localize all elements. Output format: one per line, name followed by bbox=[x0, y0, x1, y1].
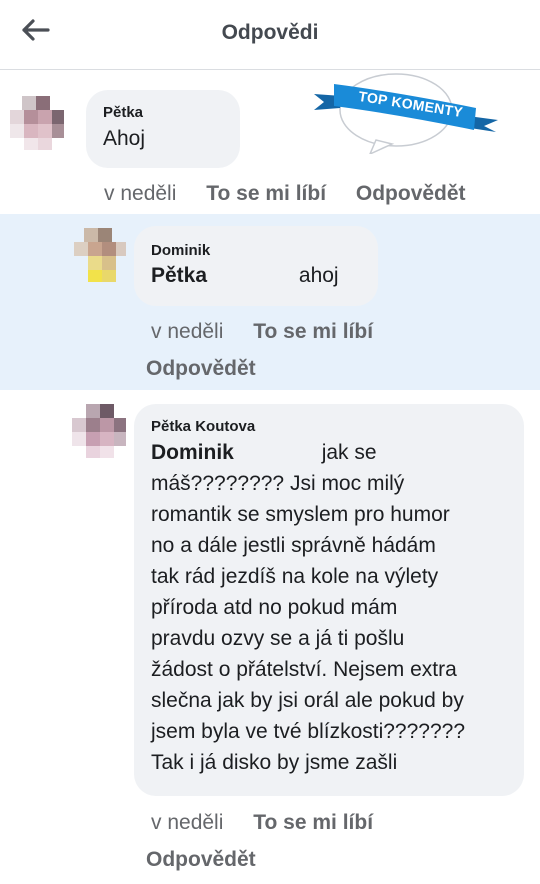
avatar[interactable] bbox=[72, 226, 128, 282]
top-bar: Odpovědi bbox=[0, 0, 540, 70]
reply-actions: v neděli To se mi líbí bbox=[151, 811, 373, 835]
avatar[interactable] bbox=[8, 92, 66, 150]
reply-actions-second-row: Odpovědět bbox=[146, 848, 256, 872]
reply-bubble[interactable]: Pětka Koutova Dominik jak se máš????????… bbox=[134, 404, 524, 796]
comment-timestamp[interactable]: v neděli bbox=[104, 182, 176, 205]
reply-text-line: Pětka ahoj bbox=[151, 260, 378, 292]
reply-text-line-5: tak rád jezdíš na kole na výlety bbox=[151, 565, 439, 588]
reply-author[interactable]: Dominik bbox=[151, 242, 378, 259]
reply-text-block: Dominik jak se máš???????? Jsi moc milý … bbox=[151, 437, 524, 778]
reply-text-line-4: no a dále jestli správně hádám bbox=[151, 534, 436, 557]
reply-button[interactable]: Odpovědět bbox=[146, 848, 256, 871]
reply-text-line-7: pravdu ozvy se a já ti pošlu bbox=[151, 627, 405, 650]
reply-button[interactable]: Odpovědět bbox=[356, 182, 466, 205]
reply-text-line: Dominik jak se bbox=[151, 437, 524, 468]
reply-timestamp[interactable]: v neděli bbox=[151, 811, 223, 834]
page-title: Odpovědi bbox=[221, 21, 319, 44]
reply-text-line-3: romantik se smyslem pro humor bbox=[151, 503, 450, 526]
reply-text: ahoj bbox=[298, 264, 339, 287]
like-button[interactable]: To se mi líbí bbox=[253, 811, 373, 834]
reply-text-line-9: slečna jak by jsi orál ale pokud by bbox=[151, 689, 464, 712]
comment-text: Ahoj bbox=[103, 127, 146, 150]
reply-text-line-6: příroda atd no pokud mám bbox=[151, 596, 398, 619]
reply-text-line-11: Tak i já disko by jsme zašli bbox=[151, 751, 398, 774]
comment-bubble[interactable]: Pětka Ahoj bbox=[86, 90, 240, 168]
top-comments-badge: TOP KOMENTY bbox=[312, 70, 498, 156]
comment-author[interactable]: Pětka bbox=[103, 104, 240, 121]
reply-timestamp[interactable]: v neděli bbox=[151, 320, 223, 343]
reply-text-line-8: žádost o přátelství. Nejsem extra bbox=[151, 658, 457, 681]
speech-bubble-ribbon-icon bbox=[314, 73, 498, 156]
reply-text-line-2: máš???????? Jsi moc milý bbox=[151, 472, 405, 495]
reply-text-line-10: jsem byla ve tvé blízkosti??????? bbox=[151, 720, 466, 743]
reply-actions-second-row: Odpovědět bbox=[146, 357, 256, 381]
mention-link[interactable]: Dominik bbox=[151, 441, 234, 464]
like-button[interactable]: To se mi líbí bbox=[253, 320, 373, 343]
avatar[interactable] bbox=[70, 402, 128, 460]
mention-link[interactable]: Pětka bbox=[151, 264, 207, 287]
reply-text-line-1: jak se bbox=[321, 441, 377, 464]
reply-button[interactable]: Odpovědět bbox=[146, 357, 256, 380]
reply-bubble[interactable]: Dominik Pětka ahoj bbox=[134, 226, 378, 306]
reply-author[interactable]: Pětka Koutova bbox=[151, 418, 524, 435]
like-button[interactable]: To se mi líbí bbox=[206, 182, 326, 205]
comment-actions: v neděli To se mi líbí Odpovědět bbox=[104, 182, 466, 206]
reply-actions: v neděli To se mi líbí bbox=[151, 320, 373, 344]
